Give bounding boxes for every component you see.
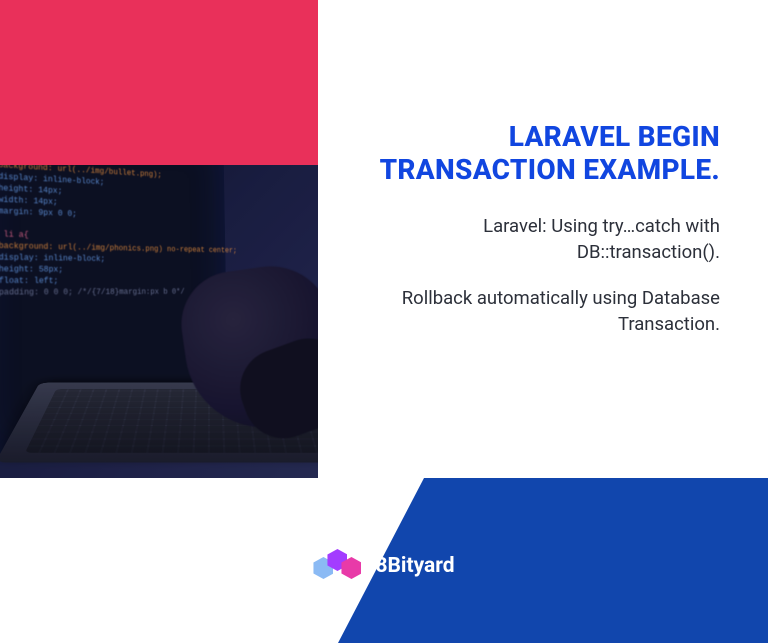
text-panel: LARAVEL BEGIN TRANSACTION EXAMPLE. Larav…	[318, 0, 768, 478]
brand-block: 8Bityard	[0, 549, 768, 583]
code-line: margin: 9px 0 0;	[0, 205, 216, 225]
headline-line-1: LARAVEL BEGIN	[509, 120, 720, 153]
code-line: ul li a{	[0, 229, 217, 246]
headline: LARAVEL BEGIN TRANSACTION EXAMPLE.	[380, 120, 720, 186]
code-line: height: 14px;	[0, 182, 216, 204]
code-line: width: 14px;	[0, 194, 216, 215]
subheading-2: Rollback automatically using Database Tr…	[380, 285, 720, 338]
brand-name: 8Bityard	[375, 554, 454, 578]
logo-icon	[313, 549, 361, 583]
code-line: display: inline-block;	[0, 171, 216, 194]
code-line: }	[0, 297, 218, 310]
headline-line-2: TRANSACTION EXAMPLE.	[380, 153, 720, 186]
code-line: }	[0, 217, 217, 235]
code-line: background: url(../img/phonics.png) no-r…	[0, 240, 217, 255]
code-line: li{	[0, 165, 216, 174]
code-line: display: inline-block;	[0, 252, 217, 266]
code-line: float: left;	[0, 275, 218, 287]
code-line: padding: 0 0 0; /*/{7/18}margin:px b 0*/	[0, 287, 218, 299]
code-line: background: url(../img/bullet.png);	[0, 165, 216, 184]
code-line: height: 58px;	[0, 264, 217, 277]
laptop-screen: size: 21px; subrender.trap(); li{ backgr…	[0, 165, 228, 458]
subheading-1: Laravel: Using try…catch with DB::transa…	[380, 213, 720, 266]
